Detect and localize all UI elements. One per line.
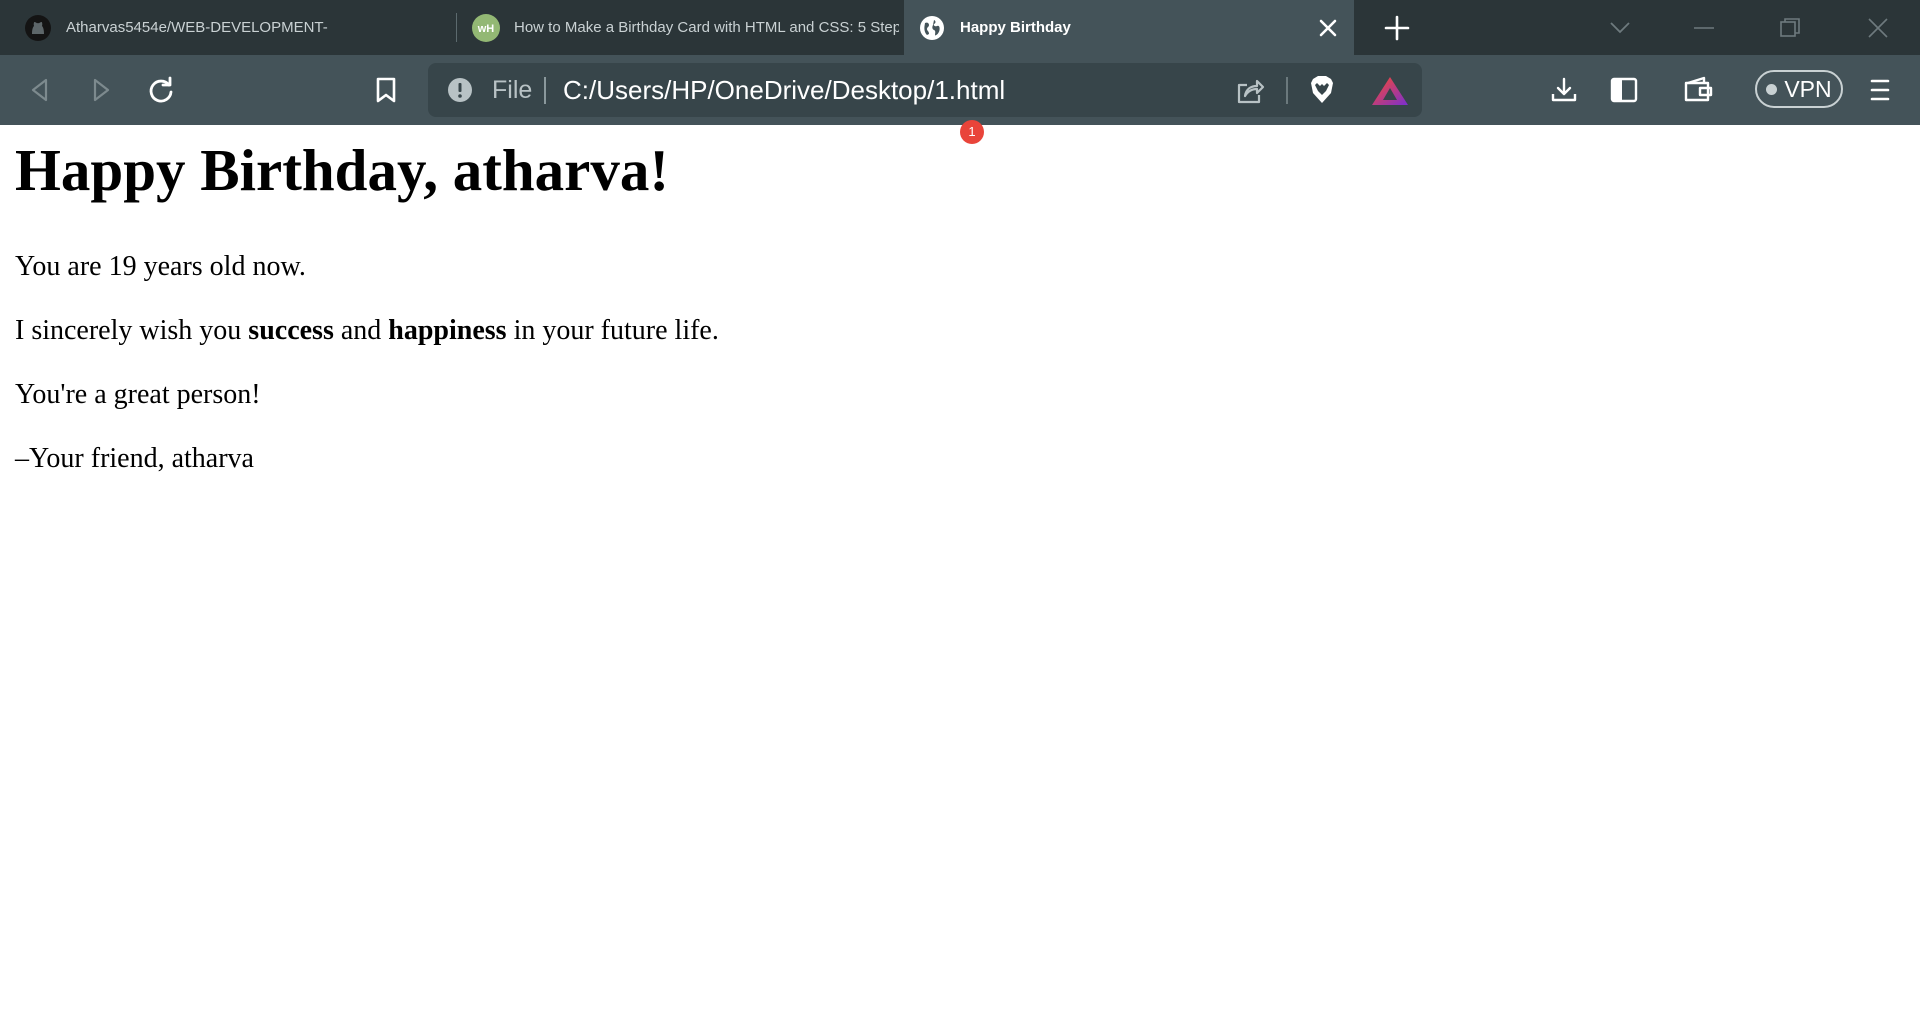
wish-bold-success: success xyxy=(248,315,334,346)
tab-separator xyxy=(456,13,457,42)
wish-bold-happiness: happiness xyxy=(388,315,507,346)
wish-text-before: I sincerely wish you xyxy=(15,315,249,346)
wish-paragraph: I sincerely wish you success and happine… xyxy=(15,315,719,347)
wikihow-icon: wH xyxy=(472,13,500,42)
tab-happy-birthday[interactable]: Happy Birthday xyxy=(904,0,1354,55)
wallet-icon[interactable] xyxy=(1678,70,1718,110)
tab-title: Atharvas5454e/WEB-DEVELOPMENT- xyxy=(66,19,328,36)
share-icon[interactable] xyxy=(1232,73,1268,109)
tab-wikihow[interactable]: wH How to Make a Birthday Card with HTML… xyxy=(458,0,902,55)
browser-toolbar: File C:/Users/HP/OneDrive/Desktop/1.html… xyxy=(0,55,1920,144)
age-paragraph: You are 19 years old now. xyxy=(15,251,306,282)
reload-icon[interactable] xyxy=(141,70,181,110)
site-info-icon[interactable] xyxy=(447,77,473,103)
forward-icon[interactable] xyxy=(81,70,121,110)
restore-window-icon[interactable] xyxy=(1768,6,1812,50)
brave-rewards-icon[interactable] xyxy=(1368,71,1412,109)
sidebar-toggle-icon[interactable] xyxy=(1604,70,1644,110)
birthday-heading: Happy Birthday, atharva! xyxy=(15,137,670,203)
hamburger-menu-icon[interactable] xyxy=(1860,70,1900,110)
vpn-status-dot xyxy=(1766,83,1778,95)
tab-title: How to Make a Birthday Card with HTML an… xyxy=(514,19,899,36)
tab-title: Happy Birthday xyxy=(960,19,1071,36)
tab-strip: Atharvas5454e/WEB-DEVELOPMENT- wH How to… xyxy=(0,0,1920,55)
signature-paragraph: –Your friend, atharva xyxy=(15,443,254,474)
url-text[interactable]: C:/Users/HP/OneDrive/Desktop/1.html xyxy=(563,75,1005,106)
url-divider xyxy=(544,77,546,104)
globe-icon xyxy=(918,14,946,42)
url-divider xyxy=(1286,77,1288,104)
close-tab-icon[interactable] xyxy=(1314,14,1342,42)
wish-text-middle: and xyxy=(333,315,389,346)
download-icon[interactable] xyxy=(1544,70,1584,110)
address-bar[interactable]: File C:/Users/HP/OneDrive/Desktop/1.html xyxy=(428,63,1422,117)
brave-shields-icon[interactable] xyxy=(1304,72,1340,108)
compliment-paragraph: You're a great person! xyxy=(15,379,261,410)
vpn-label: VPN xyxy=(1784,75,1832,102)
github-icon xyxy=(24,14,52,42)
minimize-window-icon[interactable] xyxy=(1682,6,1726,50)
tab-github[interactable]: Atharvas5454e/WEB-DEVELOPMENT- xyxy=(0,0,455,55)
new-tab-plus-icon[interactable] xyxy=(1380,11,1414,45)
back-icon[interactable] xyxy=(20,70,60,110)
tab-search-chevron-icon[interactable] xyxy=(1598,6,1642,50)
bookmark-icon[interactable] xyxy=(366,70,406,110)
file-scheme-label: File xyxy=(492,76,533,104)
web-page-content: Happy Birthday, atharva! You are 19 year… xyxy=(15,125,1895,474)
wish-text-after: in your future life. xyxy=(506,315,719,346)
close-window-icon[interactable] xyxy=(1856,6,1900,50)
wikihow-logo-text: wH xyxy=(477,23,495,35)
vpn-button[interactable]: VPN xyxy=(1755,70,1843,108)
